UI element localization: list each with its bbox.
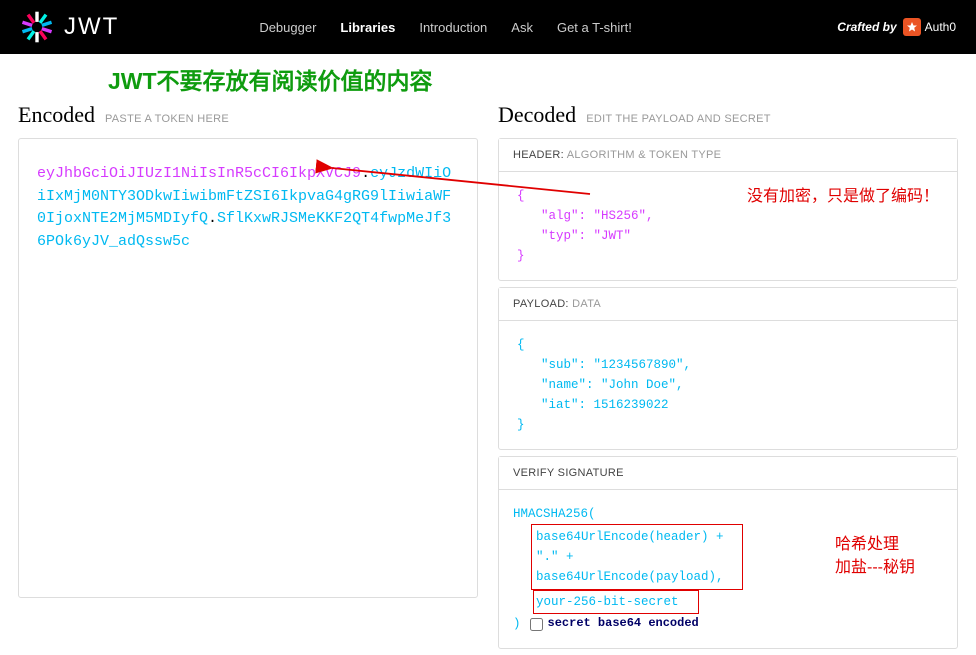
decoded-header-section: HEADER: ALGORITHM & TOKEN TYPE 没有加密，只是做了… [498, 138, 958, 281]
sig-line1: base64UrlEncode(header) + "." + [536, 527, 738, 567]
encoded-heading: Encoded PASTE A TOKEN HERE [18, 102, 478, 128]
decoded-title: Decoded [498, 102, 576, 128]
header-sublabel: ALGORITHM & TOKEN TYPE [564, 149, 721, 161]
decoded-signature-bar: VERIFY SIGNATURE [499, 457, 957, 490]
encoded-subtitle: PASTE A TOKEN HERE [105, 113, 229, 125]
nav-ask[interactable]: Ask [511, 20, 533, 35]
encoded-column: Encoded PASTE A TOKEN HERE eyJhbGciOiJIU… [18, 102, 478, 655]
sig-secret-box [533, 590, 699, 614]
decoded-heading: Decoded EDIT THE PAYLOAD AND SECRET [498, 102, 958, 128]
annotation-hash: 哈希处理 [835, 532, 899, 558]
decoded-header-body[interactable]: 没有加密，只是做了编码！ { "alg": "HS256", "typ": "J… [499, 172, 957, 280]
payload-label: PAYLOAD: [513, 298, 569, 310]
secret-base64-label: secret base64 encoded [548, 614, 699, 633]
secret-base64-checkbox[interactable] [530, 618, 543, 631]
sig-line2: base64UrlEncode(payload), [536, 567, 738, 587]
header-label: HEADER: [513, 149, 564, 161]
auth0-label: Auth0 [925, 20, 956, 34]
token-header-part: eyJhbGciOiJIUzI1NiIsInR5cCI6IkpXVCJ9 [37, 165, 361, 182]
decoded-signature-body: 哈希处理 加盐---秘钥 HMACSHA256( base64UrlEncode… [499, 490, 957, 648]
decoded-payload-body[interactable]: { "sub": "1234567890", "name": "John Doe… [499, 321, 957, 449]
sig-encode-box: base64UrlEncode(header) + "." + base64Ur… [531, 524, 743, 590]
auth0-icon [903, 18, 921, 36]
nav-libraries[interactable]: Libraries [340, 20, 395, 35]
decoded-payload-section: PAYLOAD: DATA { "sub": "1234567890", "na… [498, 287, 958, 450]
encoded-title: Encoded [18, 102, 95, 128]
nav-links: Debugger Libraries Introduction Ask Get … [259, 20, 632, 35]
decoded-header-bar: HEADER: ALGORITHM & TOKEN TYPE [499, 139, 957, 172]
signature-label: VERIFY SIGNATURE [513, 467, 624, 479]
decoded-subtitle: EDIT THE PAYLOAD AND SECRET [586, 113, 771, 125]
crafted-by[interactable]: Crafted by Auth0 [837, 18, 956, 36]
main-content: Encoded PASTE A TOKEN HERE eyJhbGciOiJIU… [0, 102, 976, 655]
secret-input[interactable] [536, 595, 696, 609]
decoded-payload-bar: PAYLOAD: DATA [499, 288, 957, 321]
decoded-signature-section: VERIFY SIGNATURE 哈希处理 加盐---秘钥 HMACSHA256… [498, 456, 958, 649]
logo-text: JWT [64, 13, 119, 41]
sig-fn: HMACSHA256( [513, 504, 943, 524]
sig-close-paren: ) [513, 614, 521, 634]
crafted-by-label: Crafted by [837, 20, 896, 34]
annotation-no-encrypt: 没有加密，只是做了编码！ [747, 184, 939, 210]
nav-tshirt[interactable]: Get a T-shirt! [557, 20, 632, 35]
encoded-token-box[interactable]: eyJhbGciOiJIUzI1NiIsInR5cCI6IkpXVCJ9.eyJ… [18, 138, 478, 598]
nav-introduction[interactable]: Introduction [419, 20, 487, 35]
top-navbar: JWT Debugger Libraries Introduction Ask … [0, 0, 976, 54]
payload-sublabel: DATA [569, 298, 601, 310]
logo-group[interactable]: JWT [20, 10, 119, 44]
jwt-logo-icon [20, 10, 54, 44]
annotation-main-green: JWT不要存放有阅读价值的内容 [0, 54, 976, 102]
nav-debugger[interactable]: Debugger [259, 20, 316, 35]
decoded-column: Decoded EDIT THE PAYLOAD AND SECRET HEAD… [498, 102, 958, 655]
annotation-salt: 加盐---秘钥 [835, 555, 915, 581]
